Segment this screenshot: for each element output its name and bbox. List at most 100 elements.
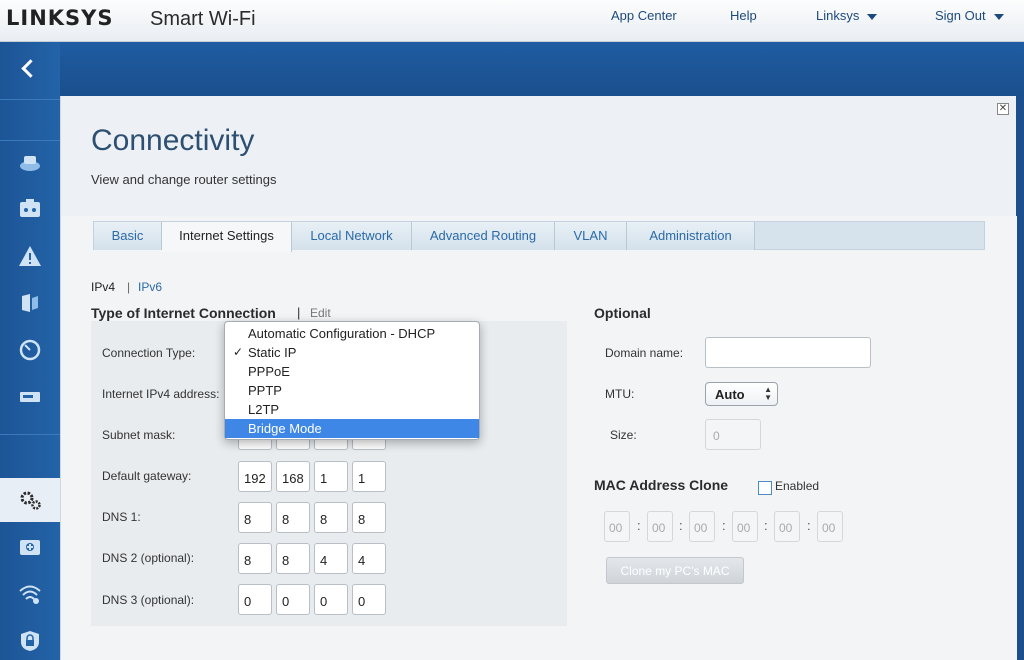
media-icon[interactable] bbox=[18, 536, 42, 558]
dns2-label: DNS 2 (optional): bbox=[102, 551, 195, 565]
storage-icon[interactable] bbox=[18, 386, 42, 408]
tab-ipv6[interactable]: IPv6 bbox=[138, 280, 162, 294]
tab-bar: Basic Internet Settings Local Network Ad… bbox=[93, 221, 985, 252]
top-bar: LINKSYS Smart Wi-Fi App Center Help Link… bbox=[0, 0, 1024, 42]
dns3-octet-3[interactable]: 0 bbox=[314, 584, 348, 615]
option-pppoe[interactable]: PPPoE bbox=[225, 362, 479, 381]
connectivity-panel: ✕ Connectivity View and change router se… bbox=[60, 96, 1017, 660]
header-band bbox=[60, 42, 1024, 96]
dns3-octet-1[interactable]: 0 bbox=[238, 584, 272, 615]
app-center-link[interactable]: App Center bbox=[611, 8, 677, 23]
security-lock-icon[interactable] bbox=[18, 630, 42, 652]
sidebar-divider bbox=[0, 434, 60, 435]
gateway-octet-2[interactable]: 168 bbox=[276, 461, 310, 492]
option-dhcp[interactable]: Automatic Configuration - DHCP bbox=[225, 324, 479, 343]
dns1-octet-2[interactable]: 8 bbox=[276, 502, 310, 533]
devices-icon[interactable] bbox=[18, 198, 42, 220]
gateway-octet-1[interactable]: 192 bbox=[238, 461, 272, 492]
tab-administration[interactable]: Administration bbox=[627, 222, 755, 250]
gateway-octet-3[interactable]: 1 bbox=[314, 461, 348, 492]
subnet-mask-label: Subnet mask: bbox=[102, 428, 176, 442]
mac-octet-1[interactable]: 00 bbox=[604, 511, 630, 542]
tab-advanced-routing[interactable]: Advanced Routing bbox=[412, 222, 555, 250]
mac-colon: : bbox=[679, 518, 683, 533]
mac-octet-3[interactable]: 00 bbox=[689, 511, 715, 542]
connection-section-title: Type of Internet Connection bbox=[91, 305, 276, 321]
mac-octet-6[interactable]: 00 bbox=[817, 511, 843, 542]
warning-icon[interactable] bbox=[18, 245, 42, 267]
page-title: Connectivity bbox=[91, 124, 255, 157]
sidebar bbox=[0, 42, 60, 660]
help-link[interactable]: Help bbox=[730, 8, 757, 23]
speedometer-icon[interactable] bbox=[18, 339, 42, 361]
mac-colon: : bbox=[722, 518, 726, 533]
chevron-down-icon bbox=[993, 13, 1004, 20]
tab-ipv4[interactable]: IPv4 bbox=[91, 280, 115, 294]
page-subtitle: View and change router settings bbox=[91, 172, 277, 187]
domain-name-label: Domain name: bbox=[605, 346, 684, 360]
domain-name-input[interactable] bbox=[705, 337, 871, 368]
mac-colon: : bbox=[807, 518, 811, 533]
mac-clone-enabled-checkbox[interactable] bbox=[758, 481, 772, 495]
option-static-ip-label: Static IP bbox=[248, 345, 297, 360]
close-icon[interactable]: ✕ bbox=[997, 103, 1009, 115]
dns1-octet-3[interactable]: 8 bbox=[314, 502, 348, 533]
mac-clone-title: MAC Address Clone bbox=[594, 477, 729, 493]
option-static-ip[interactable]: ✓ Static IP bbox=[225, 343, 479, 362]
select-arrows-icon: ▲ ▼ bbox=[764, 385, 772, 402]
mac-colon: : bbox=[637, 518, 641, 533]
chevron-down-icon bbox=[867, 13, 878, 20]
option-l2tp[interactable]: L2TP bbox=[225, 400, 479, 419]
checkmark-icon: ✓ bbox=[233, 345, 244, 359]
dns2-octet-3[interactable]: 4 bbox=[314, 543, 348, 574]
mac-octet-2[interactable]: 00 bbox=[647, 511, 673, 542]
default-gateway-label: Default gateway: bbox=[102, 469, 192, 483]
mtu-value: Auto bbox=[715, 387, 745, 402]
gear-icon[interactable] bbox=[18, 489, 42, 511]
title-separator: | bbox=[297, 305, 301, 320]
optional-section-title: Optional bbox=[594, 305, 651, 321]
product-name: Smart Wi-Fi bbox=[150, 8, 256, 30]
wifi-icon[interactable] bbox=[18, 583, 42, 605]
dns2-octet-1[interactable]: 8 bbox=[238, 543, 272, 574]
linksys-logo: LINKSYS bbox=[6, 6, 114, 30]
edit-link[interactable]: Edit bbox=[310, 306, 331, 320]
chevron-left-icon bbox=[21, 59, 40, 78]
mac-octet-4[interactable]: 00 bbox=[732, 511, 758, 542]
connection-type-dropdown[interactable]: Automatic Configuration - DHCP ✓ Static I… bbox=[224, 321, 480, 440]
dns1-octet-1[interactable]: 8 bbox=[238, 502, 272, 533]
gateway-octet-4[interactable]: 1 bbox=[352, 461, 386, 492]
back-button[interactable] bbox=[0, 42, 60, 100]
dns3-octet-4[interactable]: 0 bbox=[352, 584, 386, 615]
sign-out-label: Sign Out bbox=[935, 8, 986, 23]
ipv4-address-label: Internet IPv4 address: bbox=[102, 387, 220, 401]
sidebar-divider bbox=[0, 140, 60, 141]
option-bridge-mode[interactable]: Bridge Mode bbox=[225, 419, 479, 438]
sign-out-menu[interactable]: Sign Out bbox=[935, 8, 1004, 23]
parental-icon[interactable] bbox=[18, 292, 42, 314]
user-menu[interactable]: Linksys bbox=[816, 8, 878, 23]
tab-local-network[interactable]: Local Network bbox=[292, 222, 412, 250]
dns1-octet-4[interactable]: 8 bbox=[352, 502, 386, 533]
mtu-label: MTU: bbox=[605, 387, 635, 401]
tab-vlan[interactable]: VLAN bbox=[555, 222, 627, 250]
router-icon[interactable] bbox=[18, 152, 42, 174]
ip-tab-separator: | bbox=[127, 280, 131, 294]
dns3-octet-2[interactable]: 0 bbox=[276, 584, 310, 615]
dns1-label: DNS 1: bbox=[102, 510, 141, 524]
mac-colon: : bbox=[764, 518, 768, 533]
tab-internet-settings[interactable]: Internet Settings bbox=[162, 222, 292, 252]
clone-mac-button[interactable]: Clone my PC's MAC bbox=[606, 557, 744, 584]
enabled-label: Enabled bbox=[775, 479, 820, 493]
mtu-size-input[interactable]: 0 bbox=[705, 419, 761, 450]
dns3-label: DNS 3 (optional): bbox=[102, 593, 195, 607]
dns2-octet-2[interactable]: 8 bbox=[276, 543, 310, 574]
connection-type-label: Connection Type: bbox=[102, 346, 196, 360]
dns2-octet-4[interactable]: 4 bbox=[352, 543, 386, 574]
size-label: Size: bbox=[610, 428, 637, 442]
tab-basic[interactable]: Basic bbox=[94, 222, 162, 250]
user-menu-label: Linksys bbox=[816, 8, 860, 23]
mac-octet-5[interactable]: 00 bbox=[774, 511, 800, 542]
option-pptp[interactable]: PPTP bbox=[225, 381, 479, 400]
mtu-select[interactable]: Auto ▲ ▼ bbox=[705, 382, 778, 406]
